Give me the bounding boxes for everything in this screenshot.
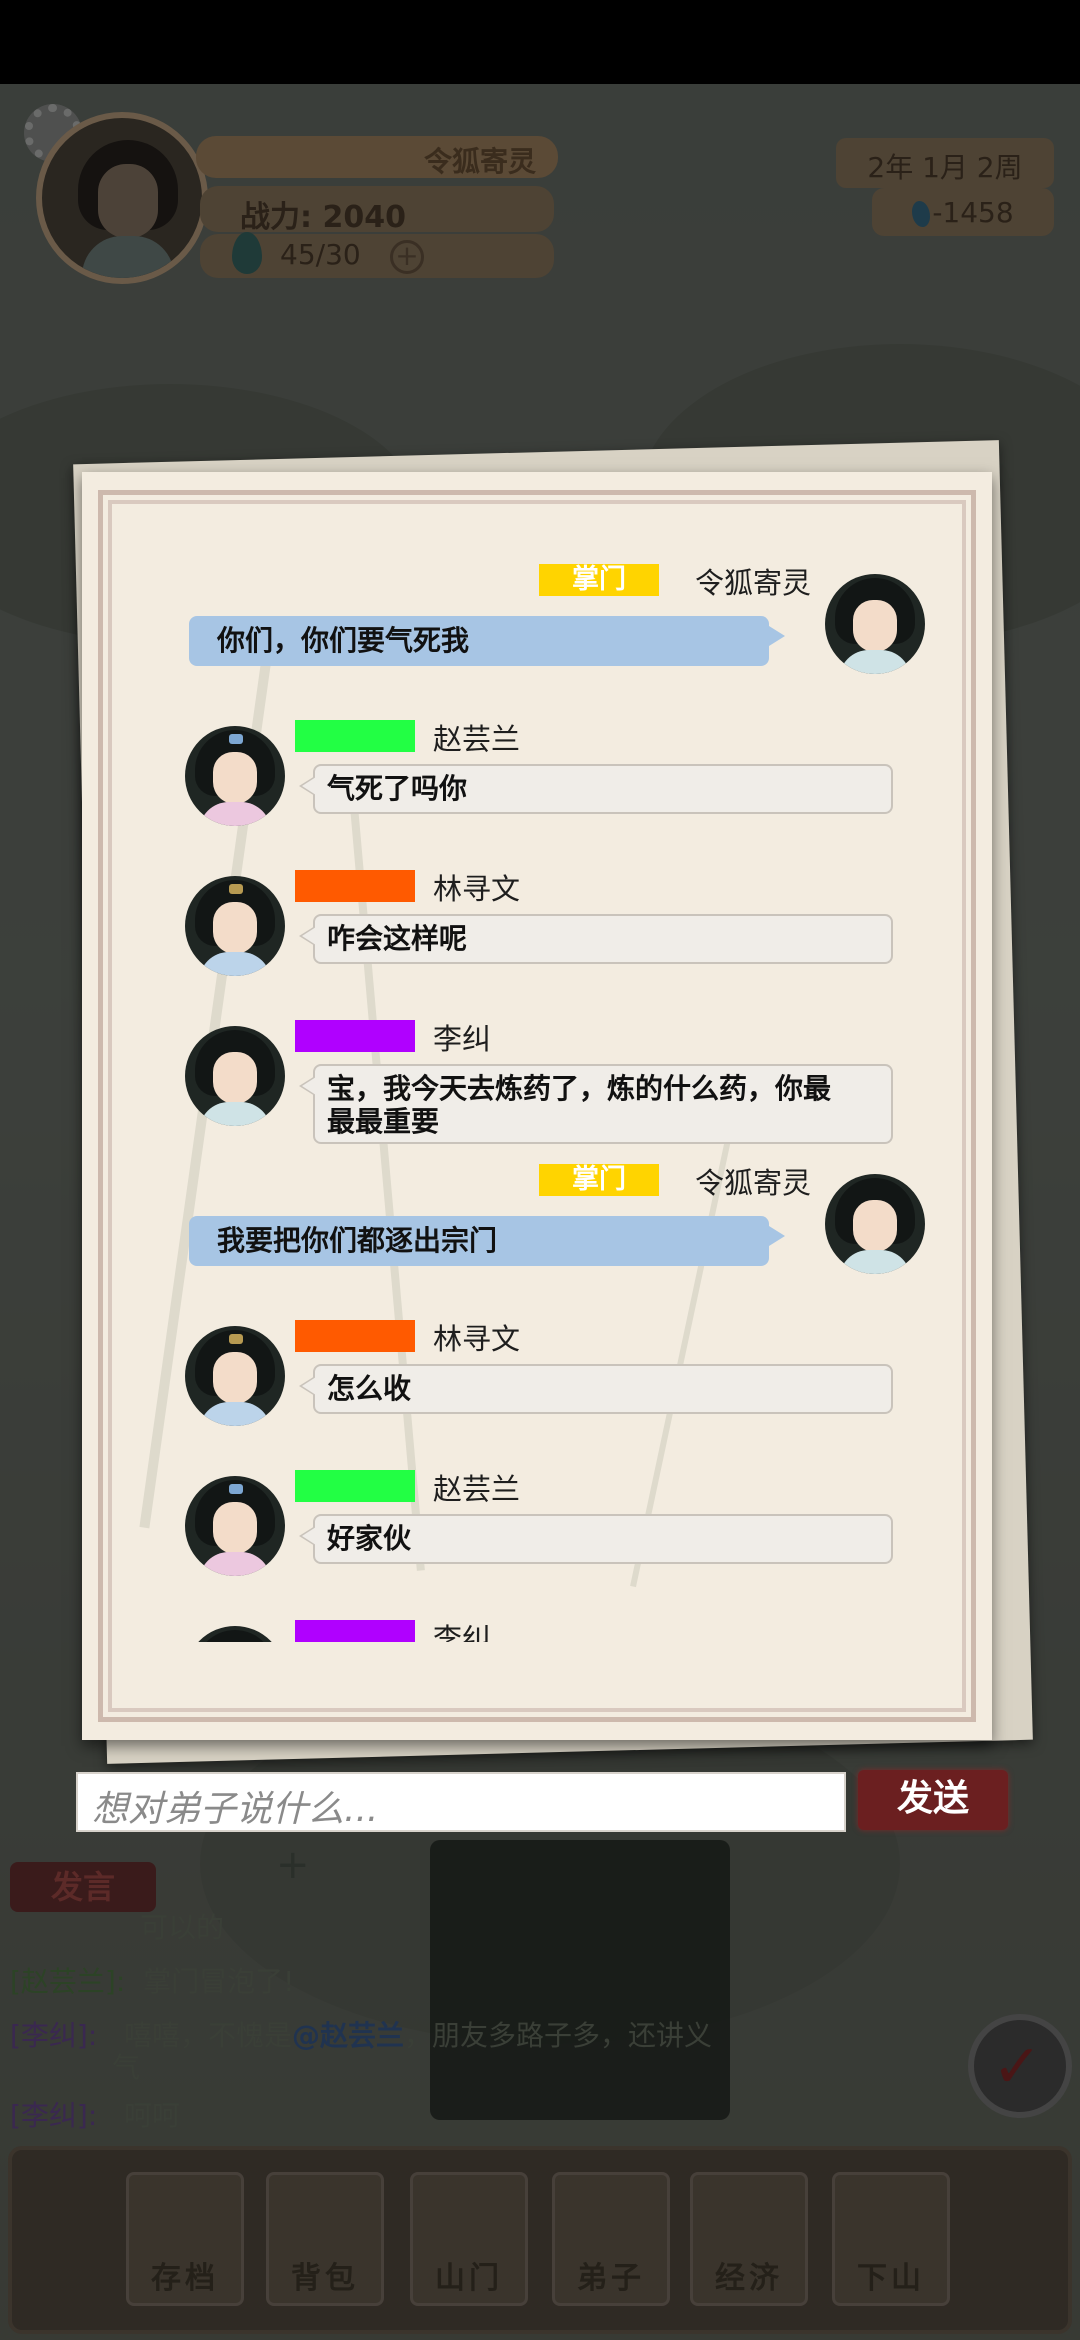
energy-value: 45/30: [280, 238, 361, 271]
dock-label: 背包: [291, 2261, 359, 2296]
world-chat-line: [赵芸兰]: 掌门冒泡了!: [10, 1965, 295, 1998]
send-button[interactable]: 发送: [858, 1770, 1008, 1830]
cross-mark-icon: +: [276, 1842, 310, 1888]
dock-label: 经济: [715, 2261, 783, 2296]
power-label: 战力:: [240, 200, 312, 235]
energy-drop-icon: [232, 232, 262, 274]
sender-avatar[interactable]: [185, 726, 285, 826]
dock-economy-button[interactable]: 经济: [690, 2172, 808, 2306]
currency-value: -1458: [932, 196, 1014, 229]
world-chat-line: [李纠]: 呵呵: [10, 2099, 181, 2132]
dock-label: 存档: [151, 2261, 219, 2296]
rank-badge: [295, 870, 415, 902]
game-screen: 令狐寄灵 战力: 2040 45/30 + 2年 1月 2周 -1458 掌门 …: [0, 0, 1080, 2340]
sender-name: 林寻文: [433, 872, 521, 906]
rank-badge: [295, 1620, 415, 1642]
sender-name: 赵芸兰: [433, 1472, 521, 1506]
message-bubble: 宝，我今天去炼药了，炼的什么药，你最 最最重要: [299, 1064, 893, 1144]
sender-avatar[interactable]: [185, 1626, 285, 1642]
dock-label: 山门: [435, 2261, 503, 2296]
game-date: 2年 1月 2周: [836, 138, 1054, 188]
sender-avatar[interactable]: [185, 1026, 285, 1126]
message-bubble: 怎么收: [299, 1364, 893, 1414]
player-avatar[interactable]: [36, 112, 208, 284]
power-value: 2040: [322, 200, 406, 235]
dock-gate-button[interactable]: 山门: [410, 2172, 528, 2306]
sender-name: 令狐寄灵: [695, 1166, 812, 1200]
rank-badge: [295, 1020, 415, 1052]
rank-badge: [295, 720, 415, 752]
player-name: 令狐寄灵: [196, 136, 558, 178]
message-bubble: 气死了吗你: [299, 764, 893, 814]
currency-display: -1458: [872, 188, 1054, 236]
spirit-stone-icon: [912, 201, 931, 227]
message-input[interactable]: 想对弟子说什么...: [76, 1772, 846, 1832]
rank-badge: [295, 1320, 415, 1352]
sender-name: 赵芸兰: [433, 722, 521, 756]
dock-bag-button[interactable]: 背包: [266, 2172, 384, 2306]
sender-avatar[interactable]: [825, 574, 925, 674]
message-bubble: 我要把你们都逐出宗门: [189, 1216, 785, 1266]
message-input-placeholder: 想对弟子说什么...: [92, 1789, 379, 1830]
world-chat-line-wrap: 气: [112, 2051, 141, 2084]
speak-tab[interactable]: 发言: [10, 1862, 156, 1912]
sender-avatar[interactable]: [825, 1174, 925, 1274]
message-text-line: 最最重要: [327, 1105, 440, 1138]
sender-avatar[interactable]: [185, 1326, 285, 1426]
rank-badge: 掌门: [539, 564, 659, 596]
checkmark-icon: ✓: [992, 2032, 1043, 2102]
status-bar: [0, 0, 1080, 84]
message-bubble: 你们，你们要气死我: [189, 616, 785, 666]
message-bubble: 咋会这样呢: [299, 914, 893, 964]
dock-save-button[interactable]: 存档: [126, 2172, 244, 2306]
chat-message-list[interactable]: 掌门 令狐寄灵 你们，你们要气死我 赵芸兰 气死了吗你 林寻文 咋会这样呢 李纠…: [95, 516, 965, 1642]
rank-badge: [295, 1470, 415, 1502]
message-text-line: 宝，我今天去炼药了，炼的什么药，你最: [327, 1072, 832, 1105]
dock-descend-button[interactable]: 下山: [832, 2172, 950, 2306]
dock-label: 弟子: [577, 2261, 645, 2296]
sender-name: 令狐寄灵: [695, 566, 812, 600]
sender-name: 林寻文: [433, 1322, 521, 1356]
sender-avatar[interactable]: [185, 1476, 285, 1576]
message-bubble: 好家伙: [299, 1514, 893, 1564]
sender-name: 李纠: [433, 1622, 492, 1642]
sender-name: 李纠: [433, 1022, 492, 1056]
power-display: 战力: 2040: [200, 186, 554, 235]
world-chat-line: 可以的: [140, 1911, 225, 1944]
sender-avatar[interactable]: [185, 876, 285, 976]
dock-disciples-button[interactable]: 弟子: [552, 2172, 670, 2306]
dock-label: 下山: [857, 2261, 925, 2296]
rank-badge: 掌门: [539, 1164, 659, 1196]
energy-add-button[interactable]: +: [390, 240, 424, 274]
